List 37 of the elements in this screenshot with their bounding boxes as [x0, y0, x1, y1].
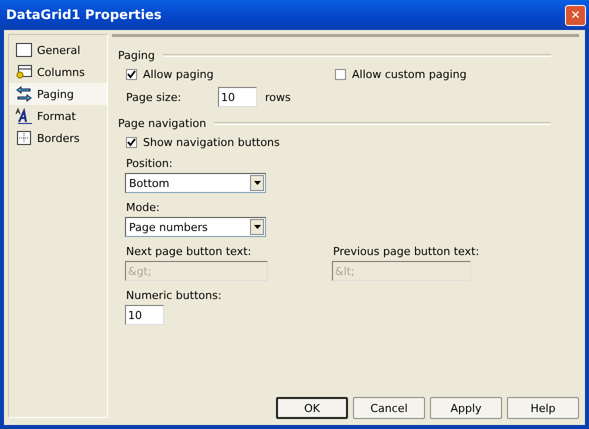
dialog-button[interactable]: Apply [430, 397, 502, 419]
window-title: DataGrid1 Properties [6, 8, 163, 22]
arrows-icon [16, 86, 32, 102]
checkbox[interactable] [126, 137, 137, 148]
field-label: Position: [125, 157, 174, 170]
sidebar-item[interactable]: Paging [9, 83, 107, 105]
grid-icon [17, 131, 31, 145]
field-label: Mode: [125, 201, 161, 214]
sidebar-item[interactable]: Borders [9, 127, 107, 149]
caret-icon [254, 181, 260, 185]
columns-icon [16, 65, 32, 79]
unit-label: rows [265, 90, 291, 104]
sidebar-item[interactable]: Format [9, 105, 107, 127]
field-label: Previous page button text: [332, 245, 480, 258]
field-label: Next page button text: [125, 245, 252, 258]
dialog-button[interactable]: OK [276, 397, 348, 419]
dialog-button[interactable]: Help [507, 397, 579, 419]
dropdown[interactable]: Page numbers [125, 217, 266, 237]
dialog-button[interactable]: Cancel [353, 397, 425, 419]
section-heading: Page navigation [118, 117, 206, 130]
dropdown[interactable]: Bottom [125, 173, 266, 193]
checkbox[interactable] [335, 69, 346, 80]
checkbox[interactable] [126, 69, 137, 80]
checkbox-label: Show navigation buttons [143, 136, 280, 149]
font-icon [15, 108, 33, 124]
form-icon [16, 43, 32, 57]
checkbox-label: Allow custom paging [352, 68, 467, 81]
field-label: Page size: [126, 90, 182, 104]
field-label: Numeric buttons: [125, 289, 223, 302]
checkbox-label: Allow paging [143, 68, 214, 81]
text-field[interactable]: 10 [218, 87, 257, 107]
sidebar-item[interactable]: General [9, 39, 107, 61]
caret-icon [254, 225, 260, 229]
section-heading: Paging [118, 49, 155, 62]
text-field[interactable]: 10 [125, 305, 164, 325]
close-button[interactable]: ✕ [565, 4, 586, 26]
sidebar-item[interactable]: Columns [9, 61, 107, 83]
